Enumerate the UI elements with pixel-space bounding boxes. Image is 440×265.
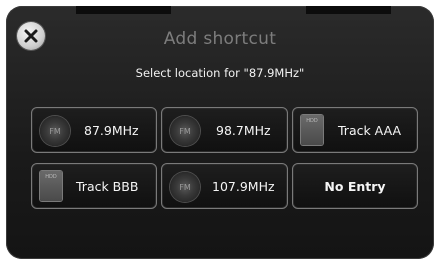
hdd-icon: HDD: [40, 171, 62, 201]
shortcut-slot-6[interactable]: No Entry: [292, 163, 418, 209]
slot-label: Track BBB: [76, 178, 139, 194]
shortcut-slot-3[interactable]: HDD Track AAA: [292, 107, 418, 153]
slot-label: No Entry: [324, 178, 386, 194]
slot-label: Track AAA: [338, 122, 402, 138]
dialog-subtitle: Select location for "87.9MHz": [135, 66, 305, 80]
fm-radio-icon: FM: [40, 116, 70, 146]
top-tab-left: [76, 6, 171, 14]
dialog-title: Add shortcut: [163, 29, 277, 49]
shortcut-slot-1[interactable]: FM 87.9MHz: [31, 107, 157, 153]
shortcut-slot-2[interactable]: FM 98.7MHz: [161, 107, 288, 153]
shortcut-slot-5[interactable]: FM 107.9MHz: [161, 163, 288, 209]
hdd-icon: HDD: [301, 115, 323, 145]
shortcut-slot-4[interactable]: HDD Track BBB: [31, 163, 157, 209]
fm-radio-icon: FM: [170, 116, 200, 146]
slot-label: 107.9MHz: [212, 178, 275, 194]
top-tab-right: [306, 6, 391, 14]
slot-label: 87.9MHz: [84, 122, 139, 138]
fm-radio-icon: FM: [170, 172, 200, 202]
slot-label: 98.7MHz: [216, 122, 271, 138]
